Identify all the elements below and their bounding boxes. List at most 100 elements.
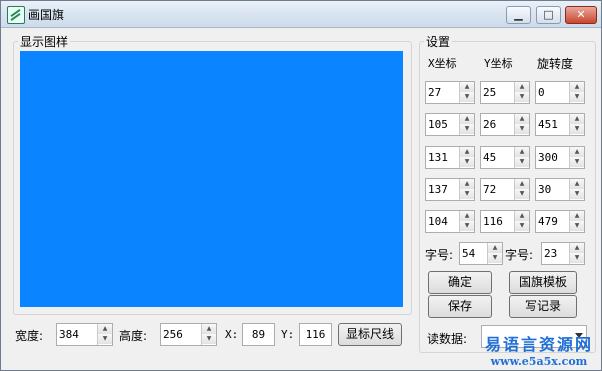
spin-arrows[interactable]: ▲ ▼ (569, 211, 584, 232)
spin-down-icon[interactable]: ▼ (570, 221, 584, 231)
star4-y-input[interactable] (481, 179, 514, 199)
star1-y-stepper[interactable]: ▲▼ (480, 81, 530, 104)
font-size-1-label: 字号: (425, 248, 454, 262)
spin-down-icon[interactable]: ▼ (515, 221, 529, 231)
spin-down-icon[interactable]: ▼ (488, 253, 502, 263)
spin-down-icon[interactable]: ▼ (570, 92, 584, 102)
font-size-2-label: 字号: (505, 248, 534, 262)
spin-down-icon[interactable]: ▼ (460, 189, 474, 199)
star4-rotation-stepper[interactable]: ▲▼ (535, 178, 585, 201)
star4-x-input[interactable] (426, 179, 459, 199)
width-label: 宽度: (15, 329, 44, 343)
star3-x-stepper[interactable]: ▲▼ (425, 146, 475, 169)
spin-arrows[interactable]: ▲ ▼ (514, 179, 529, 200)
spin-arrows[interactable]: ▲ ▼ (459, 147, 474, 168)
spin-arrows[interactable]: ▲ ▼ (569, 82, 584, 103)
flag-preview-canvas (20, 51, 403, 307)
spin-arrows[interactable]: ▲ ▼ (487, 243, 502, 264)
watermark-title: 易语言资源网 (484, 335, 593, 354)
save-button[interactable]: 保存 (428, 295, 492, 318)
star5-rotation-input[interactable] (536, 211, 569, 231)
spin-arrows[interactable]: ▲ ▼ (569, 179, 584, 200)
star1-rotation-input[interactable] (536, 82, 569, 102)
star2-rotation-stepper[interactable]: ▲▼ (535, 113, 585, 136)
spin-down-icon[interactable]: ▼ (202, 334, 216, 344)
y-value-field[interactable]: 116 (299, 323, 332, 346)
width-stepper[interactable]: ▲ ▼ (56, 323, 113, 346)
spin-down-icon[interactable]: ▼ (515, 124, 529, 134)
spin-arrows[interactable]: ▲ ▼ (459, 82, 474, 103)
spin-down-icon[interactable]: ▼ (460, 124, 474, 134)
show-ruler-button[interactable]: 显标尺线 (338, 323, 402, 346)
spin-down-icon[interactable]: ▼ (515, 189, 529, 199)
font-size-2-input[interactable] (542, 243, 569, 263)
star1-rotation-stepper[interactable]: ▲▼ (535, 81, 585, 104)
star5-y-stepper[interactable]: ▲▼ (480, 210, 530, 233)
star3-y-input[interactable] (481, 147, 514, 167)
preview-legend: 显示图样 (18, 33, 71, 50)
star3-y-stepper[interactable]: ▲▼ (480, 146, 530, 169)
window-title: 画国旗 (28, 8, 65, 22)
spin-arrows[interactable]: ▲ ▼ (459, 211, 474, 232)
spin-down-icon[interactable]: ▼ (570, 253, 584, 263)
minimize-button[interactable]: ▁ (506, 6, 531, 24)
star5-x-stepper[interactable]: ▲▼ (425, 210, 475, 233)
star2-rotation-input[interactable] (536, 114, 569, 134)
app-window: 画国旗 ▁ □ ✕ 显示图样 宽度: ▲ ▼ 高度: ▲ ▼ X: 89 Y: … (0, 0, 602, 371)
star5-x-input[interactable] (426, 211, 459, 231)
settings-legend: 设置 (424, 33, 453, 50)
spin-down-icon[interactable]: ▼ (570, 124, 584, 134)
width-input[interactable] (57, 324, 97, 344)
font-size-1-stepper[interactable]: ▲▼ (459, 242, 503, 265)
height-input[interactable] (161, 324, 201, 344)
spin-arrows[interactable]: ▲ ▼ (459, 179, 474, 200)
spin-arrows[interactable]: ▲ ▼ (569, 243, 584, 264)
star5-rotation-stepper[interactable]: ▲▼ (535, 210, 585, 233)
font-size-2-stepper[interactable]: ▲▼ (541, 242, 585, 265)
star2-x-input[interactable] (426, 114, 459, 134)
star3-x-input[interactable] (426, 147, 459, 167)
star2-y-stepper[interactable]: ▲▼ (480, 113, 530, 136)
spin-down-icon[interactable]: ▼ (460, 157, 474, 167)
spin-arrows[interactable]: ▲ ▼ (569, 114, 584, 135)
spin-arrows[interactable]: ▲ ▼ (514, 82, 529, 103)
height-stepper[interactable]: ▲ ▼ (160, 323, 217, 346)
write-record-button[interactable]: 写记录 (509, 295, 577, 318)
star1-x-input[interactable] (426, 82, 459, 102)
read-data-label: 读数据: (427, 332, 468, 346)
spin-down-icon[interactable]: ▼ (570, 157, 584, 167)
spin-arrows[interactable]: ▲ ▼ (514, 147, 529, 168)
height-spin-arrows[interactable]: ▲ ▼ (201, 324, 216, 345)
spin-arrows[interactable]: ▲ ▼ (514, 114, 529, 135)
spin-down-icon[interactable]: ▼ (515, 92, 529, 102)
spin-arrows[interactable]: ▲ ▼ (459, 114, 474, 135)
spin-down-icon[interactable]: ▼ (570, 189, 584, 199)
y-label: Y: (281, 328, 295, 341)
star3-rotation-input[interactable] (536, 147, 569, 167)
star4-y-stepper[interactable]: ▲▼ (480, 178, 530, 201)
spin-down-icon[interactable]: ▼ (515, 157, 529, 167)
spin-down-icon[interactable]: ▼ (460, 221, 474, 231)
spin-down-icon[interactable]: ▼ (460, 92, 474, 102)
x-label: X: (225, 328, 239, 341)
star4-rotation-input[interactable] (536, 179, 569, 199)
star1-y-input[interactable] (481, 82, 514, 102)
flag-template-button[interactable]: 国旗模板 (509, 271, 577, 294)
close-button[interactable]: ✕ (565, 6, 597, 24)
spin-arrows[interactable]: ▲ ▼ (514, 211, 529, 232)
font-size-1-input[interactable] (460, 243, 487, 263)
spin-arrows[interactable]: ▲ ▼ (569, 147, 584, 168)
x-value-field[interactable]: 89 (242, 323, 275, 346)
star3-rotation-stepper[interactable]: ▲▼ (535, 146, 585, 169)
width-spin-arrows[interactable]: ▲ ▼ (97, 324, 112, 345)
spin-down-icon[interactable]: ▼ (98, 334, 112, 344)
confirm-button[interactable]: 确定 (428, 271, 492, 294)
star5-y-input[interactable] (481, 211, 514, 231)
star1-x-stepper[interactable]: ▲▼ (425, 81, 475, 104)
star4-x-stepper[interactable]: ▲▼ (425, 178, 475, 201)
maximize-button[interactable]: □ (536, 6, 561, 24)
star2-y-input[interactable] (481, 114, 514, 134)
site-watermark: 易语言资源网 www.e5a5x.com (479, 331, 599, 368)
star2-x-stepper[interactable]: ▲▼ (425, 113, 475, 136)
height-label: 高度: (119, 329, 148, 343)
